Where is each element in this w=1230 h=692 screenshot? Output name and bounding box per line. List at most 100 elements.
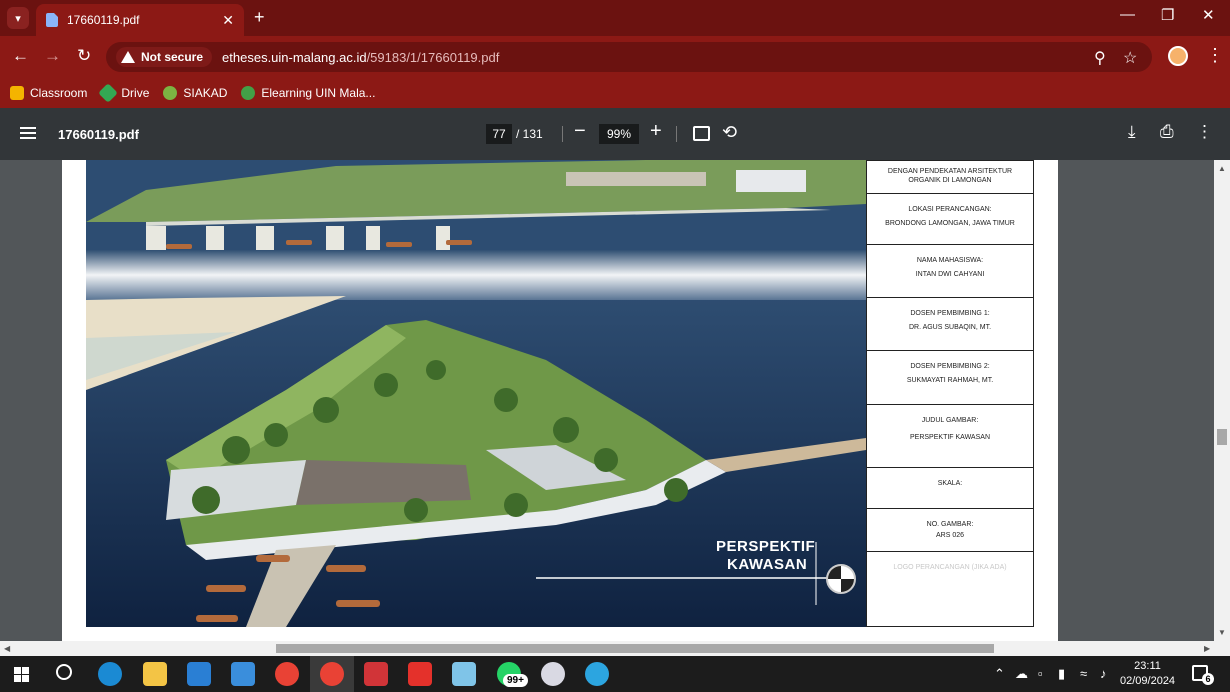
tray-chevron-icon[interactable]: ⌃ bbox=[994, 666, 1005, 682]
perspective-render: PERSPEKTIF KAWASAN bbox=[86, 160, 866, 627]
pdf-title: 17660119.pdf bbox=[58, 127, 139, 142]
project-title-cell: DENGAN PENDEKATAN ARSITEKTUR ORGANIK DI … bbox=[867, 161, 1033, 194]
project-title: DENGAN PENDEKATAN ARSITEKTUR ORGANIK DI … bbox=[887, 168, 1013, 184]
tab-active[interactable]: 17660119.pdf ✕ bbox=[36, 4, 244, 36]
address-bar[interactable]: Not secure etheses.uin-malang.ac.id/5918… bbox=[106, 42, 1152, 72]
scroll-down-icon[interactable]: ▼ bbox=[1218, 628, 1226, 637]
windows-start-icon[interactable] bbox=[14, 667, 29, 682]
title-block-cell: LOKASI PERANCANGAN: BRONDONG LAMONGAN, J… bbox=[867, 194, 1033, 245]
siakad-icon bbox=[163, 85, 178, 100]
title-block-cell: NAMA MAHASISWA: INTAN DWI CAHYANI bbox=[867, 245, 1033, 298]
app-icon[interactable] bbox=[541, 662, 565, 686]
zoom-input[interactable]: 99% bbox=[599, 124, 639, 144]
menu-icon[interactable] bbox=[20, 127, 36, 139]
minimize-icon[interactable]: — bbox=[1120, 6, 1135, 23]
render-label: PERSPEKTIF KAWASAN bbox=[716, 538, 815, 574]
download-icon[interactable]: ⤓ bbox=[1128, 122, 1136, 142]
divider bbox=[562, 126, 563, 142]
tab-search-button[interactable]: ▾ bbox=[7, 7, 29, 29]
fit-page-icon[interactable] bbox=[693, 126, 710, 141]
restore-icon[interactable]: ❐ bbox=[1161, 6, 1174, 24]
chrome-active-icon[interactable] bbox=[320, 662, 344, 686]
url-text[interactable]: etheses.uin-malang.ac.id/59183/1/1766011… bbox=[222, 50, 499, 65]
title-block-cell: DOSEN PEMBIMBING 2: SUKMAYATI RAHMAH, MT… bbox=[867, 351, 1033, 405]
title-block-cell: NO. GAMBAR: ARS 026 bbox=[867, 509, 1033, 552]
tab-strip: ▾ 17660119.pdf ✕ + — ❐ ✕ bbox=[0, 0, 1230, 36]
bookmark-drive[interactable]: Drive bbox=[98, 82, 149, 103]
drawing-title-block: DENGAN PENDEKATAN ARSITEKTUR ORGANIK DI … bbox=[866, 160, 1034, 627]
clock-date: 02/09/2024 bbox=[1120, 675, 1176, 687]
north-compass-icon bbox=[826, 564, 856, 594]
print-icon[interactable]: ⎙ bbox=[1160, 122, 1174, 142]
horizontal-scroll-thumb[interactable] bbox=[276, 644, 994, 653]
bookmark-siakad[interactable]: SIAKAD bbox=[163, 85, 227, 100]
bookmarks-bar: Classroom Drive SIAKAD Elearning UIN Mal… bbox=[0, 77, 1230, 108]
divider bbox=[676, 126, 677, 142]
pdf-toolbar: 17660119.pdf 77 / 131 − 99% + ⟲ ⤓ ⎙ ⋮ bbox=[0, 108, 1230, 160]
window-close-icon[interactable]: ✕ bbox=[1202, 6, 1215, 24]
security-label: Not secure bbox=[141, 50, 204, 64]
scroll-right-icon[interactable]: ▶ bbox=[1204, 644, 1210, 653]
page-total: / 131 bbox=[516, 127, 543, 141]
elearning-icon bbox=[241, 85, 256, 100]
clock[interactable]: 23:11 02/09/2024 bbox=[1120, 659, 1175, 689]
security-chip[interactable]: Not secure bbox=[116, 47, 213, 67]
zoom-search-icon[interactable]: ⚲ bbox=[1094, 48, 1106, 68]
render-label-line1: PERSPEKTIF bbox=[716, 538, 816, 555]
classroom-icon bbox=[10, 85, 24, 100]
zoom-out-icon[interactable]: − bbox=[574, 120, 586, 143]
zoom-in-icon[interactable]: + bbox=[650, 120, 662, 143]
page-number-input[interactable]: 77 bbox=[486, 124, 512, 144]
bookmark-star-icon[interactable]: ☆ bbox=[1123, 48, 1137, 68]
url-path: /59183/1/17660119.pdf bbox=[366, 49, 500, 65]
chevron-down-icon: ▾ bbox=[15, 12, 21, 25]
edge-icon[interactable] bbox=[98, 662, 122, 686]
reload-icon[interactable]: ↻ bbox=[77, 46, 91, 66]
pdf-viewer[interactable]: PERSPEKTIF KAWASAN DENGAN PENDEKATAN ARS… bbox=[0, 160, 1230, 641]
vertical-scrollbar[interactable]: ▲ ▼ bbox=[1214, 160, 1230, 641]
url-host: etheses.uin-malang.ac.id bbox=[222, 49, 367, 65]
tray-app-icon[interactable]: ▫ bbox=[1038, 666, 1043, 681]
calculator-icon[interactable] bbox=[231, 662, 255, 686]
extension-icon[interactable] bbox=[1168, 46, 1188, 66]
tab-title: 17660119.pdf bbox=[67, 13, 140, 27]
telegram-icon[interactable] bbox=[585, 662, 609, 686]
drive-icon bbox=[98, 82, 119, 103]
cloud-icon[interactable]: ☁ bbox=[1015, 666, 1028, 682]
taskbar: 99+ ⌃ ☁ ▫ ▮ ≈ ♪ 23:11 02/09/2024 6 bbox=[0, 656, 1230, 692]
new-tab-button[interactable]: + bbox=[254, 7, 265, 28]
forward-icon[interactable]: → bbox=[44, 46, 61, 66]
title-block-cell: JUDUL GAMBAR: PERSPEKTIF KAWASAN bbox=[867, 405, 1033, 468]
presentation-icon[interactable] bbox=[408, 662, 432, 686]
warning-icon bbox=[121, 51, 135, 63]
notes-icon[interactable] bbox=[452, 662, 476, 686]
whatsapp-badge: 99+ bbox=[503, 674, 528, 687]
notification-count: 6 bbox=[1202, 673, 1214, 685]
vertical-scroll-thumb[interactable] bbox=[1217, 429, 1227, 445]
pdf-reader-icon[interactable] bbox=[364, 662, 388, 686]
scroll-left-icon[interactable]: ◀ bbox=[4, 644, 10, 653]
file-explorer-icon[interactable] bbox=[143, 662, 167, 686]
horizontal-scrollbar[interactable]: ◀ ▶ bbox=[0, 641, 1230, 656]
title-block-cell: DOSEN PEMBIMBING 1: DR. AGUS SUBAQIN, MT… bbox=[867, 298, 1033, 351]
bookmark-classroom[interactable]: Classroom bbox=[10, 85, 87, 100]
bookmark-elearning[interactable]: Elearning UIN Mala... bbox=[241, 85, 375, 100]
scroll-up-icon[interactable]: ▲ bbox=[1218, 164, 1226, 173]
chrome-icon[interactable] bbox=[275, 662, 299, 686]
more-options-icon[interactable]: ⋮ bbox=[1196, 122, 1213, 142]
browser-menu-icon[interactable]: ⋮ bbox=[1206, 46, 1224, 64]
document-icon bbox=[46, 13, 58, 27]
mail-icon[interactable] bbox=[187, 662, 211, 686]
clock-time: 23:11 bbox=[1134, 660, 1161, 672]
volume-icon[interactable]: ♪ bbox=[1100, 666, 1107, 681]
search-icon[interactable] bbox=[56, 664, 72, 680]
back-icon[interactable]: ← bbox=[12, 46, 29, 66]
title-block-cell: SKALA: bbox=[867, 468, 1033, 509]
tab-close-icon[interactable]: ✕ bbox=[222, 12, 234, 29]
battery-icon[interactable]: ▮ bbox=[1058, 666, 1065, 682]
wifi-icon[interactable]: ≈ bbox=[1080, 666, 1087, 681]
logo-cell: LOGO PERANCANGAN (JIKA ADA) bbox=[867, 552, 1033, 626]
render-label-line2: KAWASAN bbox=[727, 556, 808, 573]
rotate-icon[interactable]: ⟲ bbox=[722, 122, 737, 143]
pdf-page: PERSPEKTIF KAWASAN DENGAN PENDEKATAN ARS… bbox=[62, 160, 1058, 641]
